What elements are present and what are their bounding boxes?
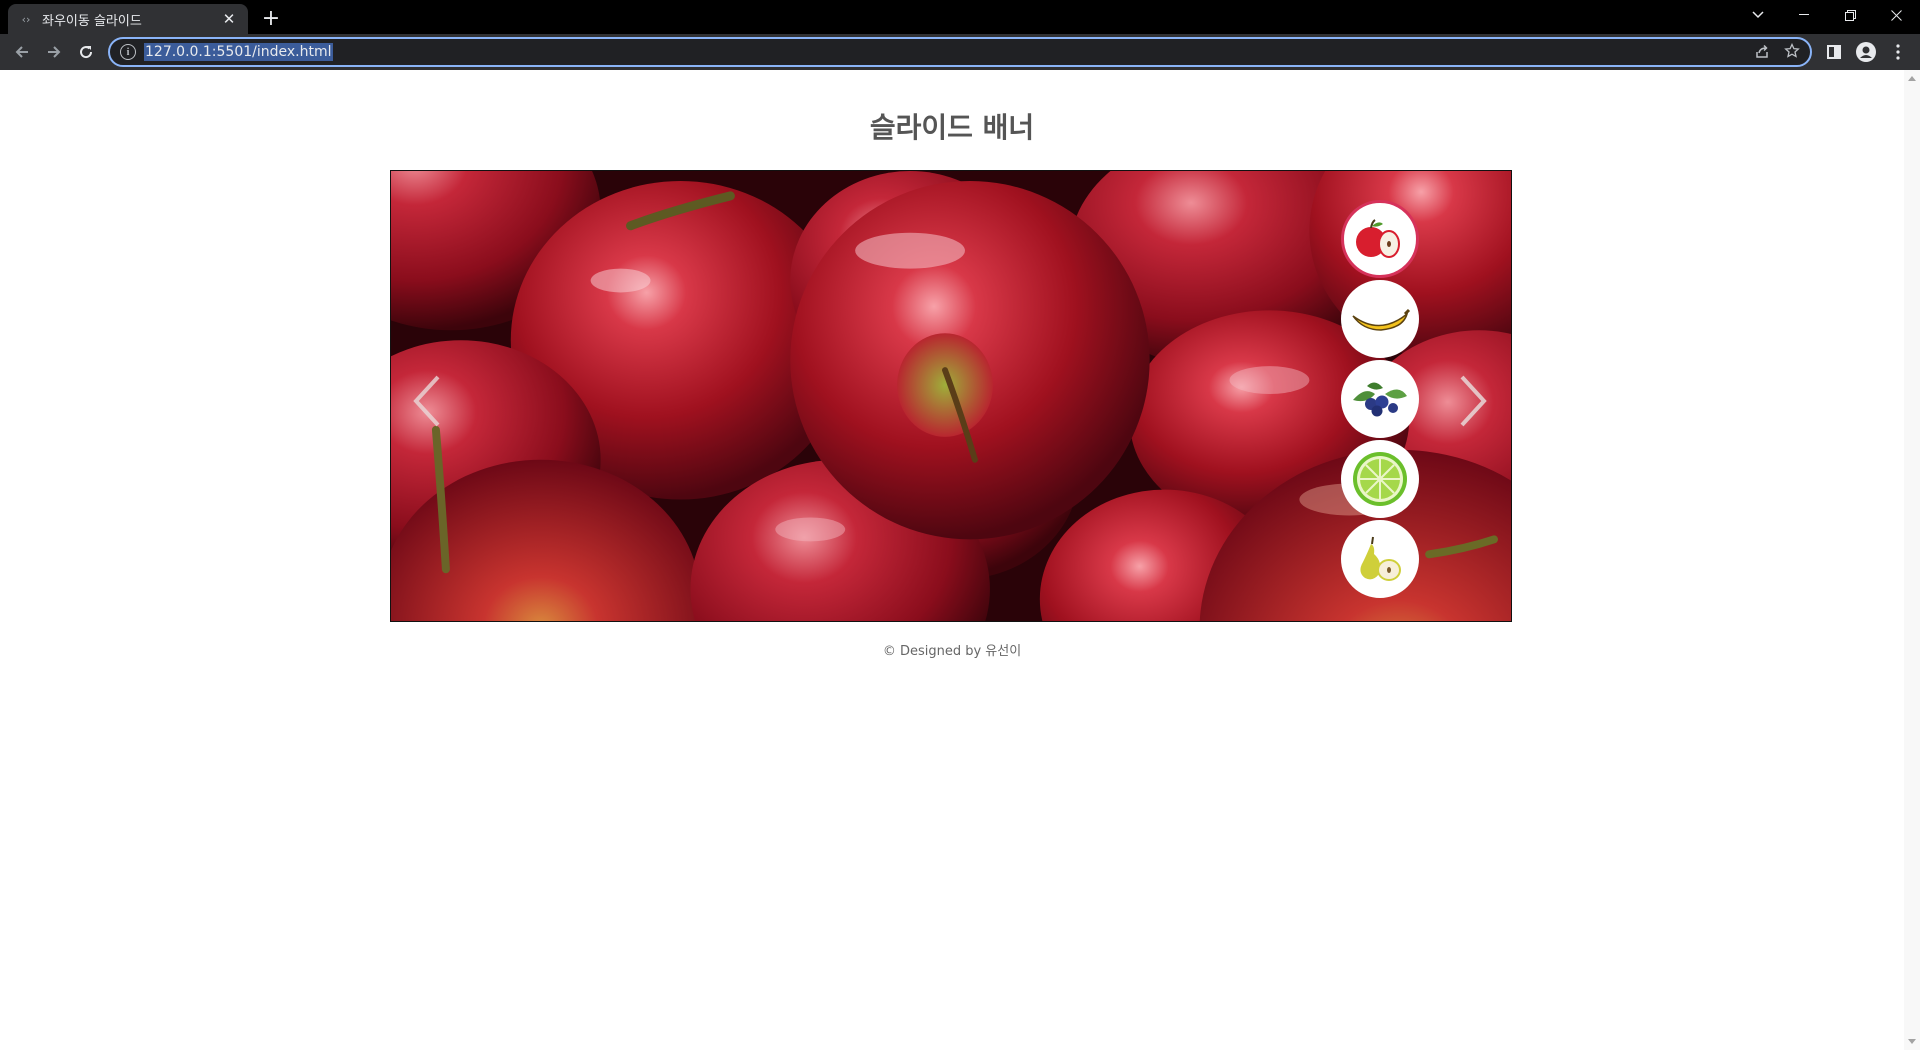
browser-tab-strip: ‹› 좌우이동 슬라이드 ✕ + (0, 0, 1920, 34)
browser-toolbar: i 127.0.0.1:5501/index.html (0, 34, 1920, 70)
minimize-icon[interactable] (1782, 0, 1826, 30)
profile-avatar-icon[interactable] (1852, 38, 1880, 66)
restore-icon[interactable] (1828, 0, 1872, 30)
page-title: 슬라이드 배너 (869, 111, 1035, 144)
new-tab-icon[interactable]: + (258, 5, 284, 31)
apple-icon (1356, 219, 1400, 258)
next-arrow-button[interactable] (1443, 371, 1503, 431)
lime-icon (1353, 452, 1407, 506)
reload-icon[interactable] (72, 38, 100, 66)
thumbnail-apple[interactable] (1341, 200, 1419, 278)
browser-menu-icon[interactable] (1884, 38, 1912, 66)
url-text[interactable]: 127.0.0.1:5501/index.html (144, 43, 333, 61)
footer-credit: © Designed by 유선이 (882, 644, 1022, 659)
scroll-up-icon[interactable] (1908, 76, 1916, 81)
address-bar[interactable]: i 127.0.0.1:5501/index.html (108, 37, 1812, 67)
bookmark-star-icon[interactable] (1784, 42, 1800, 63)
prev-arrow-button[interactable] (397, 371, 457, 431)
chevron-right-icon (1460, 375, 1487, 427)
banana-icon (1352, 308, 1411, 331)
forward-icon[interactable] (40, 38, 68, 66)
blueberry-icon (1353, 382, 1407, 417)
tab-search-icon[interactable] (1736, 0, 1780, 30)
thumbnail-blueberry[interactable] (1341, 360, 1419, 438)
close-tab-icon[interactable]: ✕ (220, 10, 238, 28)
page-viewport: 슬라이드 배너 © Designed by 유선이 (0, 70, 1904, 1050)
code-favicon-icon: ‹› (21, 12, 31, 26)
chevron-left-icon (413, 375, 440, 427)
close-window-icon[interactable] (1874, 0, 1918, 30)
site-info-icon[interactable]: i (120, 44, 136, 60)
thumbnail-lime[interactable] (1341, 440, 1419, 518)
share-icon[interactable] (1754, 43, 1770, 63)
slide-banner (390, 170, 1512, 622)
browser-tab[interactable]: ‹› 좌우이동 슬라이드 ✕ (8, 4, 248, 34)
scroll-down-icon[interactable] (1908, 1039, 1916, 1044)
pear-icon (1360, 536, 1401, 581)
back-icon[interactable] (8, 38, 36, 66)
side-panel-icon[interactable] (1820, 38, 1848, 66)
fruit-thumbnail-list (1341, 200, 1419, 598)
vertical-scrollbar[interactable] (1904, 70, 1920, 1050)
thumbnail-pear[interactable] (1341, 520, 1419, 598)
thumbnail-banana[interactable] (1341, 280, 1419, 358)
tab-title: 좌우이동 슬라이드 (42, 13, 142, 29)
